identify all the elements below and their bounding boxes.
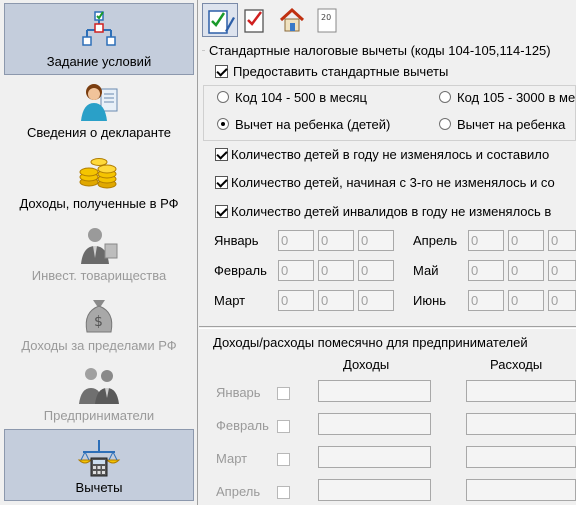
standard-group-title: Стандартные налоговые вычеты (коды 104-1… bbox=[209, 43, 551, 58]
kids-apr-field-1[interactable]: 0 bbox=[468, 230, 504, 251]
kids-3rd-label: Количество детей, начиная с 3-го не изме… bbox=[231, 175, 555, 190]
month-label-jun: Июнь bbox=[413, 293, 447, 308]
entrepreneur-group-title: Доходы/расходы помесячно для предпринима… bbox=[213, 335, 528, 350]
kids-may-field-2[interactable]: 0 bbox=[508, 260, 544, 281]
svg-text:20: 20 bbox=[321, 13, 331, 22]
expense-field[interactable] bbox=[466, 380, 576, 402]
income-field[interactable] bbox=[318, 479, 431, 501]
checklist-icon bbox=[244, 9, 264, 33]
ent-month-checkbox[interactable] bbox=[277, 420, 290, 433]
child-deduction-label: Вычет на ребенка (детей) bbox=[235, 117, 391, 132]
code104-radio[interactable] bbox=[217, 91, 229, 103]
checklist-pen-icon bbox=[208, 10, 235, 34]
kids-apr-field-3[interactable]: 0 bbox=[548, 230, 576, 251]
kids-may-field-1[interactable]: 0 bbox=[468, 260, 504, 281]
expense-header: Расходы bbox=[490, 357, 543, 372]
sidebar-item-entrepreneurs[interactable]: Предприниматели bbox=[4, 358, 194, 430]
child-deduction2-radio[interactable] bbox=[439, 118, 451, 130]
scales-calculator-icon bbox=[5, 436, 193, 480]
sidebar-item-invest[interactable]: Инвест. товарищества bbox=[4, 218, 194, 290]
code104-label: Код 104 - 500 в месяц bbox=[235, 90, 367, 105]
kids-feb-field-1[interactable]: 0 bbox=[278, 260, 314, 281]
house-icon bbox=[279, 7, 305, 32]
sidebar-item-foreign-income[interactable]: $ Доходы за пределами РФ bbox=[4, 288, 194, 360]
child-deduction-radio[interactable] bbox=[217, 118, 229, 130]
sidebar-item-label: Доходы, полученные в РФ bbox=[19, 196, 179, 211]
section-divider-highlight bbox=[199, 328, 576, 329]
sidebar-item-income-rf[interactable]: Доходы, полученные в РФ bbox=[4, 146, 194, 218]
entrepreneurs-icon bbox=[4, 364, 194, 408]
expense-field[interactable] bbox=[466, 413, 576, 435]
sidebar: Задание условий Сведения о декларанте До… bbox=[0, 0, 198, 505]
ent-month-checkbox[interactable] bbox=[277, 453, 290, 466]
section-divider bbox=[199, 326, 576, 327]
toolbar-button-home[interactable] bbox=[274, 3, 310, 37]
group-border bbox=[202, 50, 205, 51]
kids-jun-field-2[interactable]: 0 bbox=[508, 290, 544, 311]
disabled-kids-checkbox[interactable] bbox=[215, 205, 228, 218]
expense-field[interactable] bbox=[466, 446, 576, 468]
income-header: Доходы bbox=[343, 357, 390, 372]
ent-month-label: Апрель bbox=[216, 484, 261, 499]
month-label-apr: Апрель bbox=[413, 233, 458, 248]
kids-may-field-3[interactable]: 0 bbox=[548, 260, 576, 281]
month-label-feb: Февраль bbox=[214, 263, 267, 278]
income-field[interactable] bbox=[318, 446, 431, 468]
ent-month-checkbox[interactable] bbox=[277, 486, 290, 499]
code105-radio[interactable] bbox=[439, 91, 451, 103]
income-field[interactable] bbox=[318, 380, 431, 402]
kids-unchanged-checkbox[interactable] bbox=[215, 148, 228, 161]
toolbar-button-form[interactable]: 20 bbox=[310, 3, 346, 37]
disabled-kids-label: Количество детей инвалидов в году не изм… bbox=[231, 204, 552, 219]
kids-mar-field-3[interactable]: 0 bbox=[358, 290, 394, 311]
sidebar-item-label: Предприниматели bbox=[43, 408, 155, 423]
sidebar-item-declarant[interactable]: Сведения о декларанте bbox=[4, 75, 194, 147]
ent-month-label: Январь bbox=[216, 385, 261, 400]
kids-mar-field-1[interactable]: 0 bbox=[278, 290, 314, 311]
ent-month-label: Март bbox=[216, 451, 248, 466]
kids-unchanged-label: Количество детей в году не изменялось и … bbox=[231, 147, 550, 162]
kids-jun-field-1[interactable]: 0 bbox=[468, 290, 504, 311]
money-bag-icon: $ bbox=[4, 294, 194, 338]
toolbar-button-edit[interactable] bbox=[202, 3, 238, 37]
kids-feb-field-3[interactable]: 0 bbox=[358, 260, 394, 281]
kids-jun-field-3[interactable]: 0 bbox=[548, 290, 576, 311]
kids-feb-field-2[interactable]: 0 bbox=[318, 260, 354, 281]
sidebar-item-label: Задание условий bbox=[46, 54, 152, 69]
toolbar-button-check[interactable] bbox=[238, 3, 274, 37]
kids-3rd-checkbox[interactable] bbox=[215, 176, 228, 189]
ent-month-label: Февраль bbox=[216, 418, 269, 433]
gold-coins-icon bbox=[4, 152, 194, 196]
sidebar-item-label: Доходы за пределами РФ bbox=[21, 338, 177, 353]
code105-label: Код 105 - 3000 в ме bbox=[457, 90, 576, 105]
kids-apr-field-2[interactable]: 0 bbox=[508, 230, 544, 251]
person-document-icon bbox=[4, 81, 194, 125]
svg-text:$: $ bbox=[94, 314, 103, 330]
network-diagram-icon bbox=[5, 10, 193, 54]
month-label-jan: Январь bbox=[214, 233, 259, 248]
sidebar-item-label: Инвест. товарищества bbox=[31, 268, 167, 283]
kids-mar-field-2[interactable]: 0 bbox=[318, 290, 354, 311]
toolbar: 20 bbox=[199, 0, 576, 40]
income-field[interactable] bbox=[318, 413, 431, 435]
provide-standard-label: Предоставить стандартные вычеты bbox=[233, 64, 449, 79]
sidebar-item-label: Сведения о декларанте bbox=[27, 125, 171, 140]
businessman-icon bbox=[4, 224, 194, 268]
month-label-mar: Март bbox=[214, 293, 246, 308]
kids-jan-field-3[interactable]: 0 bbox=[358, 230, 394, 251]
child-deduction2-label: Вычет на ребенка bbox=[457, 117, 566, 132]
ent-month-checkbox[interactable] bbox=[277, 387, 290, 400]
sidebar-item-deductions[interactable]: Вычеты bbox=[4, 429, 194, 501]
sidebar-item-conditions[interactable]: Задание условий bbox=[4, 3, 194, 75]
expense-field[interactable] bbox=[466, 479, 576, 501]
kids-jan-field-2[interactable]: 0 bbox=[318, 230, 354, 251]
kids-jan-field-1[interactable]: 0 bbox=[278, 230, 314, 251]
form-20-icon: 20 bbox=[317, 8, 337, 33]
sidebar-item-label: Вычеты bbox=[75, 480, 123, 495]
main-panel: 20 Стандартные налоговые вычеты (коды 10… bbox=[199, 0, 576, 505]
month-label-may: Май bbox=[413, 263, 439, 278]
provide-standard-checkbox[interactable] bbox=[215, 65, 228, 78]
